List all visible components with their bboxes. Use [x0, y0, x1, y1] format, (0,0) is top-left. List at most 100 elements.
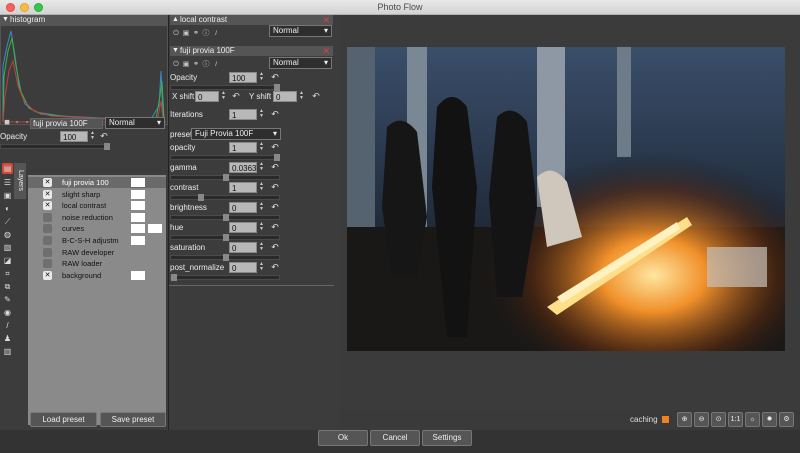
- param-spinner[interactable]: ▲ ▼: [258, 182, 265, 193]
- param-input[interactable]: 0: [229, 202, 257, 213]
- iterations-input[interactable]: 1: [229, 109, 257, 120]
- fuji-mode-select[interactable]: Normal: [269, 57, 332, 69]
- fuji-opacity-input[interactable]: 100: [229, 72, 257, 83]
- param-slider-knob[interactable]: [274, 154, 280, 161]
- local-contrast-mode-select[interactable]: Normal: [269, 25, 332, 37]
- param-spinner[interactable]: ▲ ▼: [258, 142, 265, 153]
- local-contrast-header[interactable]: ▲ local contrast ✕: [170, 15, 333, 25]
- layer-row[interactable]: curves: [28, 223, 166, 234]
- curves-tool-icon[interactable]: ⟋: [2, 216, 13, 227]
- opacity-reset-icon[interactable]: ↶: [99, 131, 109, 142]
- param-slider-knob[interactable]: [223, 214, 229, 221]
- layer-mask-thumbnail[interactable]: [131, 270, 145, 280]
- opacity-spinner[interactable]: ▲ ▼: [89, 131, 96, 142]
- power-icon[interactable]: ⏻: [171, 30, 181, 38]
- pin-icon[interactable]: ▫: [12, 119, 22, 126]
- power-icon[interactable]: ⏻: [171, 61, 181, 69]
- iterations-spinner[interactable]: ▲ ▼: [258, 109, 265, 120]
- param-reset-icon[interactable]: ↶: [270, 142, 280, 153]
- param-input[interactable]: 0: [229, 262, 257, 273]
- fuji-opacity-spinner[interactable]: ▲ ▼: [258, 72, 265, 83]
- param-reset-icon[interactable]: ↶: [270, 242, 280, 253]
- opacity-slider[interactable]: [0, 143, 110, 150]
- param-slider[interactable]: [170, 254, 280, 261]
- param-reset-icon[interactable]: ↶: [270, 182, 280, 193]
- save-preset-button[interactable]: Save preset: [100, 412, 166, 427]
- layer-visibility-checkbox[interactable]: [43, 224, 52, 234]
- layer-visibility-checkbox[interactable]: [43, 247, 52, 257]
- preset-select[interactable]: Fuji Provia 100F: [191, 128, 281, 140]
- brush-tool-icon[interactable]: /: [2, 320, 13, 331]
- stamp-tool-icon[interactable]: ♟: [2, 333, 13, 344]
- param-slider[interactable]: [170, 274, 280, 281]
- layer-mask-thumbnail[interactable]: [131, 236, 145, 245]
- photo-preview[interactable]: [347, 47, 785, 351]
- yshift-input[interactable]: 0: [273, 91, 297, 102]
- link-icon[interactable]: ⚭: [191, 60, 201, 68]
- layer-mask-thumbnail[interactable]: [131, 201, 145, 211]
- layer-visibility-checkbox[interactable]: [43, 212, 52, 222]
- layer-row[interactable]: RAW developer: [28, 247, 166, 258]
- info-icon[interactable]: ⓘ: [201, 59, 211, 69]
- param-spinner[interactable]: ▲ ▼: [258, 242, 265, 253]
- layer-mask-thumbnail[interactable]: [131, 178, 145, 187]
- layer-visibility-checkbox[interactable]: ✕: [43, 178, 52, 187]
- zoom-fit-button[interactable]: ⊙: [711, 412, 726, 427]
- param-slider[interactable]: [170, 154, 280, 161]
- opacity-input[interactable]: 100: [60, 131, 88, 142]
- trash-icon[interactable]: ▥: [2, 346, 13, 357]
- layer-visibility-checkbox[interactable]: ✕: [43, 189, 52, 199]
- param-spinner[interactable]: ▲ ▼: [258, 162, 265, 173]
- italic-i-icon[interactable]: 𝑖: [211, 61, 221, 69]
- mask-tool-icon[interactable]: ▧: [2, 242, 13, 253]
- layer-visibility-checkbox[interactable]: ✕: [43, 270, 52, 280]
- clone-tool-icon[interactable]: ✎: [2, 294, 13, 305]
- close-icon[interactable]: ✕: [322, 46, 330, 56]
- param-slider-knob[interactable]: [223, 254, 229, 261]
- color-tool-icon[interactable]: ◍: [2, 229, 13, 240]
- iterations-reset-icon[interactable]: ↶: [270, 109, 280, 120]
- layer-row[interactable]: B-C-S-H adjustm: [28, 235, 166, 246]
- param-input[interactable]: 1: [229, 182, 257, 193]
- layer-mask-thumbnail[interactable]: [131, 212, 145, 222]
- ok-button[interactable]: Ok: [318, 430, 368, 446]
- layer-row[interactable]: RAW loader: [28, 258, 166, 269]
- eye-tool-icon[interactable]: ◉: [2, 307, 13, 318]
- zoom-out-button[interactable]: ⊖: [694, 412, 709, 427]
- zoom-in-button[interactable]: ⊕: [677, 412, 692, 427]
- xshift-input[interactable]: 0: [195, 91, 219, 102]
- fuji-opacity-reset-icon[interactable]: ↶: [270, 72, 280, 83]
- link-icon[interactable]: ⚭: [191, 29, 201, 37]
- param-reset-icon[interactable]: ↶: [270, 162, 280, 173]
- layer-row[interactable]: ✕ slight sharp: [28, 189, 166, 200]
- info-icon[interactable]: ⓘ: [201, 28, 211, 38]
- layer-visibility-checkbox[interactable]: ✕: [43, 201, 52, 211]
- image-tool-icon[interactable]: ▣: [2, 190, 13, 201]
- layer-mask-thumbnail[interactable]: [148, 224, 162, 234]
- levels-tool-icon[interactable]: ☰: [2, 177, 13, 188]
- param-spinner[interactable]: ▲ ▼: [258, 202, 265, 213]
- param-slider[interactable]: [170, 174, 280, 181]
- eye-icon[interactable]: ◼: [2, 118, 12, 126]
- layer-mask-thumbnail[interactable]: [131, 189, 145, 199]
- param-slider-knob[interactable]: [223, 174, 229, 181]
- layer-row[interactable]: ✕ background: [28, 270, 166, 281]
- param-spinner[interactable]: ▲ ▼: [258, 222, 265, 233]
- layer-visibility-checkbox[interactable]: [43, 236, 52, 245]
- param-input[interactable]: 0: [229, 222, 257, 233]
- layer-visibility-checkbox[interactable]: [43, 259, 52, 269]
- contrast-tool-icon[interactable]: ◐: [2, 203, 13, 214]
- param-reset-icon[interactable]: ↶: [270, 202, 280, 213]
- transform-tool-icon[interactable]: ⧉: [2, 281, 13, 292]
- xshift-spinner[interactable]: ▲ ▼: [220, 91, 227, 102]
- layers-tab[interactable]: Layers: [14, 163, 26, 199]
- layer-mask-thumbnail[interactable]: [131, 224, 145, 234]
- options-button[interactable]: ⚙: [779, 412, 794, 427]
- histogram-header[interactable]: ▼ histogram: [0, 15, 168, 25]
- italic-i-icon[interactable]: 𝑖: [211, 30, 221, 38]
- highlight-button[interactable]: ✹: [762, 412, 777, 427]
- fuji-opacity-knob[interactable]: [274, 84, 280, 91]
- mask-icon[interactable]: ▣: [181, 60, 191, 68]
- yshift-spinner[interactable]: ▲ ▼: [298, 91, 305, 102]
- param-reset-icon[interactable]: ↶: [270, 262, 280, 273]
